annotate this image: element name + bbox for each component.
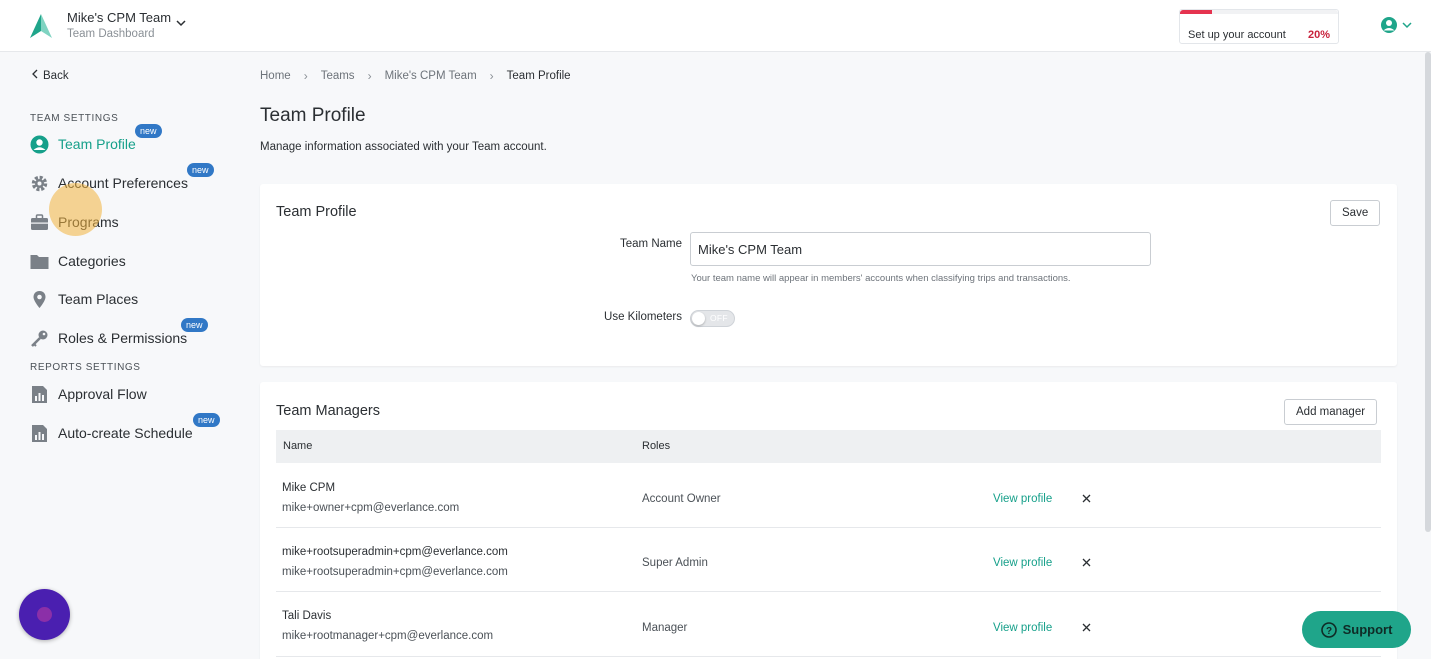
team-subtitle: Team Dashboard xyxy=(67,28,155,40)
setup-percent: 20% xyxy=(1307,29,1330,41)
column-header-name: Name xyxy=(283,440,313,452)
breadcrumb-home[interactable]: Home xyxy=(260,70,291,82)
sidebar-item-label: Team Profile xyxy=(58,136,136,152)
manager-email: mike+owner+cpm@everlance.com xyxy=(282,502,460,514)
setup-progress-fill xyxy=(1180,10,1212,14)
remove-icon[interactable] xyxy=(1079,491,1093,505)
chat-launcher-button[interactable] xyxy=(19,589,70,640)
setup-progress-track xyxy=(1180,10,1338,14)
chat-icon xyxy=(37,607,52,622)
table-row: mike+rootsuperadmin+cpm@everlance.com mi… xyxy=(276,528,1381,592)
sidebar-item-label: Approval Flow xyxy=(58,386,147,402)
back-label: Back xyxy=(43,70,69,82)
card-title: Team Profile xyxy=(276,204,357,220)
add-manager-button[interactable]: Add manager xyxy=(1284,399,1378,425)
manager-email: mike+rootsuperadmin+cpm@everlance.com xyxy=(282,566,508,578)
breadcrumb-current: Team Profile xyxy=(506,70,571,82)
sidebar-item-label: Auto-create Schedule xyxy=(58,425,193,441)
team-name-help: Your team name will appear in members' a… xyxy=(691,273,1071,284)
folder-icon xyxy=(30,252,49,271)
chevron-down-icon xyxy=(1402,22,1412,29)
team-profile-card: Team Profile Save Team Name Your team na… xyxy=(260,184,1397,366)
save-button[interactable]: Save xyxy=(1330,200,1381,226)
manager-role: Account Owner xyxy=(642,493,721,505)
kilometers-toggle[interactable]: OFF xyxy=(690,310,735,327)
chevron-right-icon: › xyxy=(489,69,494,83)
sidebar-item-label: Team Places xyxy=(58,291,139,307)
table-row: Tali Davis mike+rootmanager+cpm@everlanc… xyxy=(276,592,1381,657)
team-name: Mike's CPM Team xyxy=(67,10,172,25)
card-title: Team Managers xyxy=(276,403,380,419)
manager-name: mike+rootsuperadmin+cpm@everlance.com xyxy=(282,546,508,558)
sidebar-item-roles-permissions[interactable]: Roles & Permissions new xyxy=(30,318,208,349)
sidebar-item-approval-flow[interactable]: Approval Flow xyxy=(30,383,147,405)
chevron-right-icon: › xyxy=(367,69,372,83)
new-badge: new xyxy=(187,163,214,177)
breadcrumb-teams[interactable]: Teams xyxy=(321,70,355,82)
new-badge: new xyxy=(193,413,220,427)
manager-role: Super Admin xyxy=(642,557,708,569)
team-switcher[interactable]: Mike's CPM Team Team Dashboard xyxy=(67,9,171,43)
team-managers-card: Team Managers Add manager Name Roles Mik… xyxy=(260,382,1397,659)
setup-label: Set up your account xyxy=(1188,29,1286,41)
column-header-roles: Roles xyxy=(642,440,671,452)
team-settings-heading: TEAM SETTINGS xyxy=(30,113,119,124)
svg-text:?: ? xyxy=(1326,626,1332,637)
kilometers-label: Use Kilometers xyxy=(604,311,682,323)
key-icon xyxy=(30,329,49,348)
team-name-label: Team Name xyxy=(620,238,682,250)
support-label: Support xyxy=(1342,622,1393,637)
chevron-left-icon xyxy=(32,69,38,79)
toggle-state: OFF xyxy=(710,313,728,323)
sidebar-item-label: Roles & Permissions xyxy=(58,330,188,346)
manager-name: Tali Davis xyxy=(282,610,332,622)
manager-role: Manager xyxy=(642,622,688,634)
manager-name: Mike CPM xyxy=(282,482,336,494)
chevron-down-icon[interactable] xyxy=(176,18,186,28)
new-badge: new xyxy=(181,318,208,332)
sidebar-item-team-places[interactable]: Team Places xyxy=(30,288,138,310)
chevron-right-icon: › xyxy=(303,69,308,83)
view-profile-link[interactable]: View profile xyxy=(993,493,1052,505)
report-icon xyxy=(30,424,49,443)
sidebar-item-auto-create-schedule[interactable]: Auto-create Schedule new xyxy=(30,413,220,444)
view-profile-link[interactable]: View profile xyxy=(993,557,1052,569)
new-badge: new xyxy=(135,124,162,138)
gear-icon xyxy=(30,174,49,193)
breadcrumb-team[interactable]: Mike's CPM Team xyxy=(385,70,477,82)
breadcrumb: Home › Teams › Mike's CPM Team › Team Pr… xyxy=(260,69,571,83)
team-name-input[interactable] xyxy=(690,232,1151,266)
reports-settings-heading: REPORTS SETTINGS xyxy=(30,362,141,373)
page-description: Manage information associated with your … xyxy=(260,141,547,153)
page-scrollbar[interactable] xyxy=(1425,52,1431,532)
manager-email: mike+rootmanager+cpm@everlance.com xyxy=(282,630,494,642)
remove-icon[interactable] xyxy=(1079,555,1093,569)
sidebar-item-team-profile[interactable]: Team Profile new xyxy=(30,124,162,155)
table-row: Mike CPM mike+owner+cpm@everlance.com Ac… xyxy=(276,464,1381,528)
setup-account-progress[interactable]: Set up your account 20% xyxy=(1179,9,1339,44)
user-circle-icon xyxy=(30,135,49,154)
sidebar-item-label: Categories xyxy=(58,253,126,269)
table-header: Name Roles xyxy=(276,430,1381,463)
sidebar-item-categories[interactable]: Categories xyxy=(30,250,126,272)
map-pin-icon xyxy=(30,290,49,309)
report-icon xyxy=(30,385,49,404)
remove-icon[interactable] xyxy=(1079,620,1093,634)
briefcase-icon xyxy=(30,213,49,232)
click-highlight xyxy=(49,183,102,236)
everlance-logo xyxy=(30,14,52,38)
user-menu-button[interactable] xyxy=(1380,15,1414,35)
toggle-knob xyxy=(692,312,705,325)
back-link[interactable]: Back xyxy=(31,69,69,82)
user-avatar-icon xyxy=(1381,17,1397,33)
help-circle-icon: ? xyxy=(1320,621,1337,638)
view-profile-link[interactable]: View profile xyxy=(993,622,1052,634)
top-bar: Mike's CPM Team Team Dashboard Set up yo… xyxy=(0,0,1431,52)
support-button[interactable]: ? Support xyxy=(1302,611,1411,648)
page-title: Team Profile xyxy=(260,105,366,126)
sidebar-item-account-preferences[interactable]: Account Preferences new xyxy=(30,163,214,194)
